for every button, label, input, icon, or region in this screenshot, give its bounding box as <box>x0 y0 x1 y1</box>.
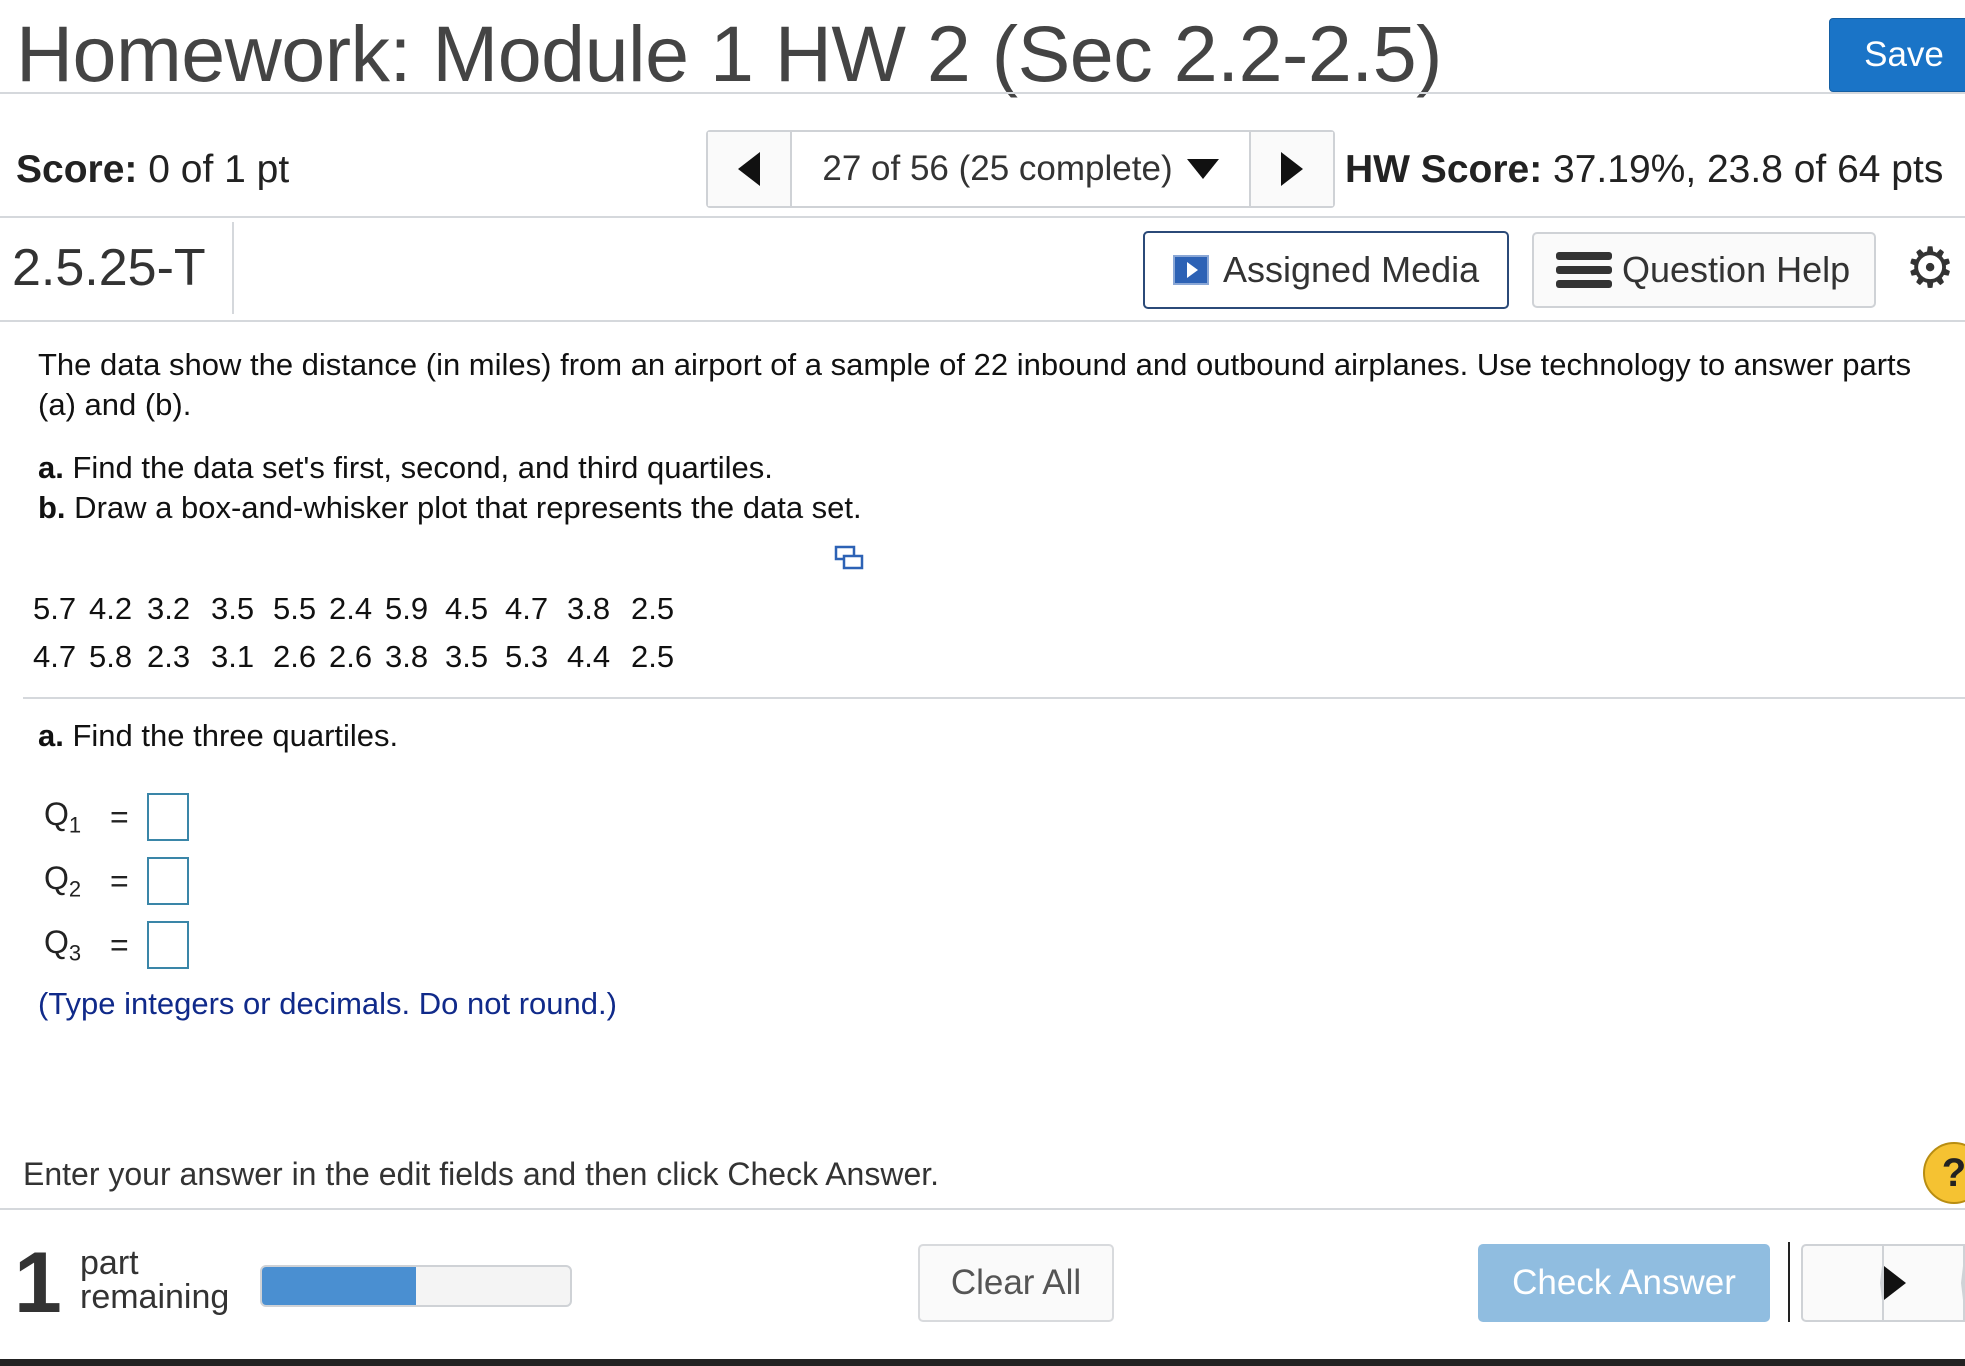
check-answer-button[interactable]: Check Answer <box>1478 1244 1770 1322</box>
problem-statement: The data show the distance (in miles) fr… <box>38 345 1938 425</box>
q2-input[interactable] <box>146 857 189 905</box>
data-cell: 2.4 <box>329 591 373 626</box>
data-cell: 5.5 <box>273 591 317 626</box>
window-bottom-edge <box>0 1359 1965 1366</box>
footer-previous-button[interactable] <box>1803 1246 1884 1320</box>
data-cell: 5.8 <box>89 639 133 674</box>
save-button[interactable]: Save <box>1829 18 1965 92</box>
data-cell: 2.5 <box>631 591 675 626</box>
arrow-left-icon <box>738 152 760 186</box>
data-row: 4.7 5.8 2.3 3.1 2.6 2.6 3.8 3.5 5.3 4.4 2.5 <box>33 633 681 681</box>
gear-icon[interactable]: ⚙ <box>1905 240 1955 296</box>
data-row: 5.7 4.2 3.2 3.5 5.5 2.4 5.9 4.5 4.7 3.8 2.5 <box>33 585 681 633</box>
parts-remaining-label: part remaining <box>80 1244 230 1316</box>
header-divider <box>0 92 1965 94</box>
question-navigator: 27 of 56 (25 complete) <box>706 130 1335 208</box>
data-cell: 5.9 <box>385 591 429 626</box>
caret-down-icon <box>1186 159 1219 179</box>
footer-navigator <box>1801 1244 1965 1322</box>
question-help-label: Question Help <box>1622 249 1851 290</box>
question-progress-text: 27 of 56 (25 complete) <box>822 149 1173 188</box>
assigned-media-label: Assigned Media <box>1223 249 1480 290</box>
score-label: Score: <box>16 148 138 191</box>
data-cell: 2.5 <box>631 639 675 674</box>
q3-row: Q3 = <box>44 921 189 969</box>
data-cell: 2.6 <box>329 639 373 674</box>
question-help-button[interactable]: Question Help <box>1532 232 1876 308</box>
arrow-right-icon <box>1281 152 1303 186</box>
play-video-icon <box>1173 255 1209 285</box>
arrow-right-icon <box>1884 1266 1963 1300</box>
progress-fill <box>262 1267 416 1305</box>
page-title: Homework: Module 1 HW 2 (Sec 2.2-2.5) <box>16 9 1442 98</box>
score: Score: 0 of 1 pt <box>16 148 289 192</box>
footer-divider <box>0 1208 1965 1210</box>
arrow-left-icon <box>1803 1266 1882 1300</box>
data-cell: 3.5 <box>445 639 489 674</box>
data-cell: 4.7 <box>505 591 549 626</box>
data-cell: 4.4 <box>567 639 611 674</box>
data-cell: 3.8 <box>385 639 429 674</box>
hw-score: HW Score: 37.19%, 23.8 of 64 pts <box>1345 148 1943 192</box>
problem-parts: a. Find the data set's first, second, an… <box>38 448 862 528</box>
part-a: a. Find the data set's first, second, an… <box>38 450 773 485</box>
list-icon <box>1556 252 1612 288</box>
score-divider <box>0 216 1965 218</box>
data-cell: 3.1 <box>211 639 255 674</box>
data-cell: 5.3 <box>505 639 549 674</box>
data-cell: 4.7 <box>33 639 77 674</box>
question-id-separator <box>232 222 234 314</box>
hw-score-label: HW Score: <box>1345 148 1543 191</box>
progress-bar <box>260 1265 572 1307</box>
copy-data-icon[interactable] <box>834 545 864 571</box>
data-cell: 3.5 <box>211 591 255 626</box>
q1-input[interactable] <box>146 793 189 841</box>
footer-next-button[interactable] <box>1884 1246 1963 1320</box>
answer-heading: a. Find the three quartiles. <box>38 718 399 753</box>
q3-label: Q3 <box>44 923 82 966</box>
answer-hint: (Type integers or decimals. Do not round… <box>38 986 617 1021</box>
hw-score-value: 37.19%, 23.8 of 64 pts <box>1553 148 1944 191</box>
score-value: 0 of 1 pt <box>148 148 290 191</box>
data-cell: 2.3 <box>147 639 191 674</box>
q1-label: Q1 <box>44 795 82 838</box>
question-divider <box>0 320 1965 322</box>
footer-separator <box>1788 1242 1790 1322</box>
problem-text: The data show the distance (in miles) fr… <box>38 347 1912 422</box>
section-divider <box>23 697 1965 699</box>
instruction-text: Enter your answer in the edit fields and… <box>23 1156 940 1192</box>
data-cell: 4.5 <box>445 591 489 626</box>
q3-input[interactable] <box>146 921 189 969</box>
data-cell: 4.2 <box>89 591 133 626</box>
q1-row: Q1 = <box>44 793 189 841</box>
part-b: b. Draw a box-and-whisker plot that repr… <box>38 490 862 525</box>
assigned-media-button[interactable]: Assigned Media <box>1143 231 1509 309</box>
help-icon[interactable]: ? <box>1923 1142 1965 1204</box>
data-cell: 2.6 <box>273 639 317 674</box>
clear-all-button[interactable]: Clear All <box>918 1244 1114 1322</box>
q2-label: Q2 <box>44 859 82 902</box>
previous-question-button[interactable] <box>708 132 792 206</box>
data-table: 5.7 4.2 3.2 3.5 5.5 2.4 5.9 4.5 4.7 3.8 2.5 4.7 5.8 2… <box>33 585 681 681</box>
parts-remaining-count: 1 <box>14 1235 62 1331</box>
data-cell: 5.7 <box>33 591 77 626</box>
next-question-button[interactable] <box>1249 132 1333 206</box>
q2-row: Q2 = <box>44 857 189 905</box>
question-selector[interactable]: 27 of 56 (25 complete) <box>792 132 1249 206</box>
data-cell: 3.2 <box>147 591 191 626</box>
question-id: 2.5.25-T <box>12 239 206 297</box>
data-cell: 3.8 <box>567 591 611 626</box>
